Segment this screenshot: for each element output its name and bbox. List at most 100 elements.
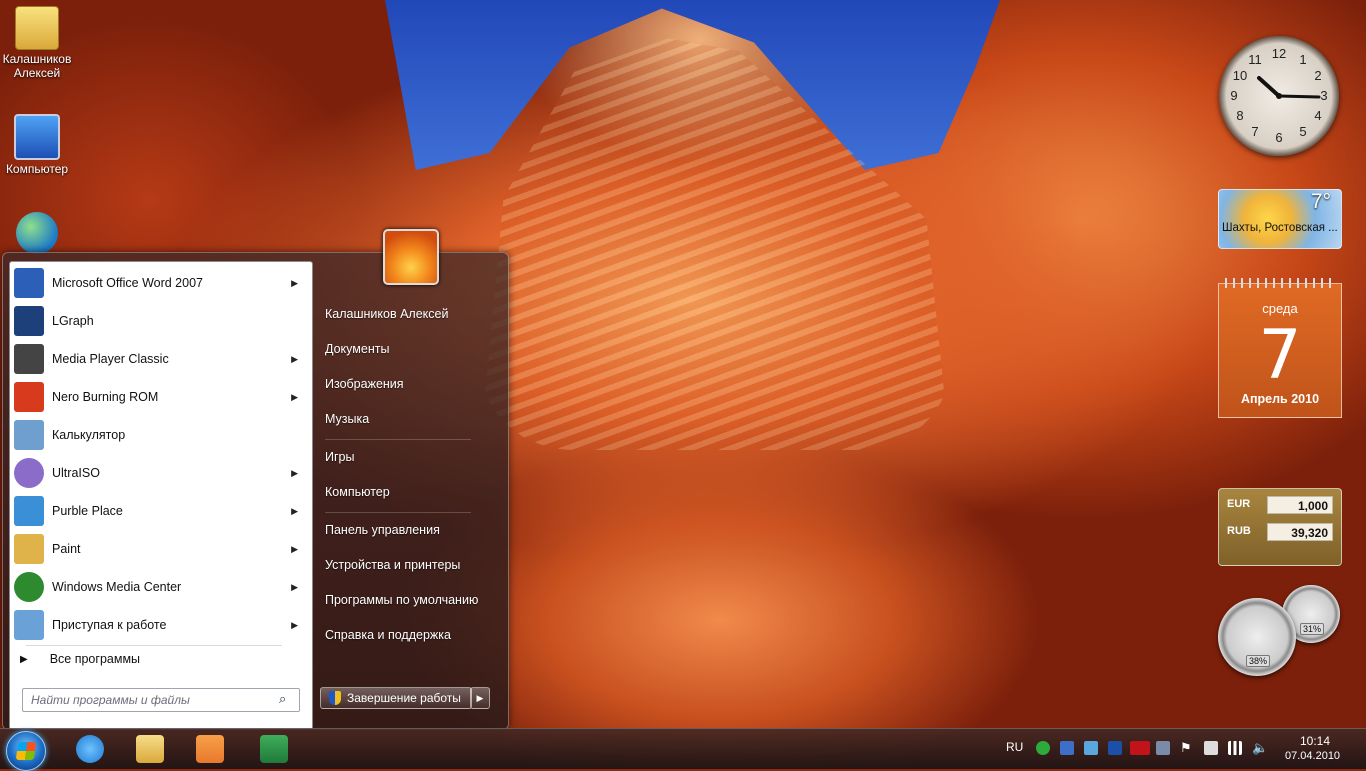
network-adapter-icon[interactable] — [1060, 741, 1074, 755]
currency-gadget[interactable]: EUR 1,000 RUB 39,320 — [1218, 488, 1342, 566]
program-label: Windows Media Center — [52, 580, 182, 594]
submenu-arrow-icon: ▶ — [291, 543, 298, 554]
program-item-paint[interactable]: Paint ▶ — [14, 531, 308, 567]
clock-hands — [1257, 76, 1321, 99]
program-item-word[interactable]: Microsoft Office Word 2007 ▶ — [14, 265, 308, 301]
computer-icon — [14, 114, 60, 160]
security-icon[interactable] — [1084, 741, 1098, 755]
program-label: Paint — [52, 542, 81, 556]
search-icon[interactable]: ⌕ — [279, 691, 295, 707]
user-picture[interactable] — [383, 229, 439, 285]
calendar-gadget[interactable]: среда 7 Апрель 2010 — [1218, 278, 1342, 418]
submenu-arrow-icon: ▶ — [291, 619, 298, 630]
desktop-icon-label: Компьютер — [5, 162, 69, 176]
calendar-month-year: Апрель 2010 — [1240, 392, 1320, 406]
language-indicator[interactable]: RU — [1006, 740, 1023, 754]
right-item-games[interactable]: Игры — [325, 450, 354, 464]
right-item-computer[interactable]: Компьютер — [325, 485, 390, 499]
program-item-lgraph[interactable]: LGraph — [14, 303, 308, 339]
start-search-input[interactable]: Найти программы и файлы ⌕ — [22, 688, 300, 712]
desktop-icon-network[interactable] — [0, 212, 74, 256]
taskbar: RU ⚑ 🔈 10:14 07.04.2010 — [0, 728, 1366, 771]
nero-icon — [14, 382, 44, 412]
start-button[interactable] — [6, 731, 46, 771]
program-item-ultraiso[interactable]: UltraISO ▶ — [14, 455, 308, 491]
paint-icon — [14, 534, 44, 564]
internet-explorer-icon — [76, 735, 104, 763]
lgraph-icon — [14, 306, 44, 336]
program-item-nero[interactable]: Nero Burning ROM ▶ — [14, 379, 308, 415]
calendar-rings — [1225, 278, 1335, 288]
program-label: Purble Place — [52, 504, 123, 518]
right-item-control-panel[interactable]: Панель управления — [325, 523, 440, 537]
purble-place-icon — [14, 496, 44, 526]
volume-icon[interactable]: 🔈 — [1252, 741, 1268, 755]
submenu-arrow-icon: ▶ — [291, 391, 298, 402]
programs-separator — [26, 645, 282, 646]
taskbar-time[interactable]: 10:14 — [1300, 734, 1330, 748]
right-item-help-support[interactable]: Справка и поддержка — [325, 628, 451, 642]
currency-value-rub[interactable]: 39,320 — [1267, 523, 1333, 541]
taskbar-internet-explorer[interactable] — [70, 733, 110, 765]
taskbar-date[interactable]: 07.04.2010 — [1285, 750, 1340, 762]
program-item-media-player-classic[interactable]: Media Player Classic ▶ — [14, 341, 308, 377]
usb-device-icon[interactable] — [1204, 741, 1218, 755]
submenu-arrow-icon: ▶ — [291, 353, 298, 364]
program-label: Приступая к работе — [52, 618, 167, 632]
action-center-flag-icon[interactable]: ⚑ — [1180, 741, 1194, 755]
cpu-usage: 38% — [1246, 655, 1271, 667]
desktop-icon-user-folder[interactable]: Калашников Алексей — [0, 6, 74, 80]
calculator-icon — [14, 420, 44, 450]
start-menu: Microsoft Office Word 2007 ▶ LGraph Medi… — [2, 229, 509, 730]
right-item-documents[interactable]: Документы — [325, 342, 389, 356]
submenu-arrow-icon: ▶ — [291, 581, 298, 592]
cpu-meter-gadget[interactable]: 38% — [1218, 598, 1296, 676]
weather-location: Шахты, Ростовская ... — [1222, 222, 1338, 234]
display-icon[interactable] — [1156, 741, 1170, 755]
submenu-arrow-icon: ▶ — [291, 467, 298, 478]
signal-strength-icon[interactable] — [1228, 741, 1242, 755]
shutdown-button[interactable]: Завершение работы — [320, 687, 472, 709]
currency-code-eur[interactable]: EUR — [1227, 498, 1250, 510]
uac-shield-icon — [329, 691, 341, 705]
all-programs-button[interactable]: ▶ Все программы — [20, 652, 140, 666]
right-separator — [325, 512, 471, 513]
sync-icon[interactable] — [1036, 741, 1050, 755]
submenu-arrow-icon: ▶ — [291, 505, 298, 516]
ultraiso-icon — [14, 458, 44, 488]
excel-icon — [260, 735, 288, 763]
right-item-user[interactable]: Калашников Алексей — [325, 307, 448, 321]
media-player-classic-icon — [14, 344, 44, 374]
calendar-weekday: среда — [1262, 301, 1298, 316]
shutdown-options-button[interactable]: ▶ — [470, 687, 490, 709]
right-separator — [325, 439, 471, 440]
expand-arrow-icon: ▶ — [20, 653, 28, 665]
taskbar-media-player[interactable] — [190, 733, 230, 765]
media-center-icon — [14, 572, 44, 602]
taskbar-excel[interactable] — [254, 733, 294, 765]
calendar-day: 7 — [1258, 316, 1302, 395]
right-item-default-programs[interactable]: Программы по умолчанию — [325, 593, 478, 607]
all-programs-label: Все программы — [49, 652, 141, 666]
program-label: Microsoft Office Word 2007 — [52, 276, 203, 290]
program-item-calculator[interactable]: Калькулятор — [14, 417, 308, 453]
clock-gadget[interactable]: 12 1 2 3 4 5 6 7 8 9 10 11 — [1219, 36, 1339, 156]
desktop-icon-computer[interactable]: Компьютер — [0, 114, 74, 176]
windows-logo-icon — [15, 742, 37, 760]
currency-value-eur[interactable]: 1,000 — [1267, 496, 1333, 514]
weather-gadget[interactable]: 7° Шахты, Ростовская ... — [1218, 189, 1342, 249]
program-item-media-center[interactable]: Windows Media Center ▶ — [14, 569, 308, 605]
program-item-purble-place[interactable]: Purble Place ▶ — [14, 493, 308, 529]
program-label: LGraph — [52, 314, 94, 328]
right-item-music[interactable]: Музыка — [325, 412, 369, 426]
search-placeholder: Найти программы и файлы — [31, 693, 190, 707]
program-item-getting-started[interactable]: Приступая к работе ▶ — [14, 607, 308, 643]
memory-usage: 31% — [1300, 623, 1325, 635]
audio-wave-icon[interactable] — [1108, 741, 1122, 755]
right-item-devices-printers[interactable]: Устройства и принтеры — [325, 558, 460, 572]
ati-icon[interactable] — [1130, 741, 1150, 755]
taskbar-explorer[interactable] — [130, 733, 170, 765]
program-label: UltraISO — [52, 466, 100, 480]
right-item-pictures[interactable]: Изображения — [325, 377, 404, 391]
currency-code-rub[interactable]: RUB — [1227, 525, 1251, 537]
